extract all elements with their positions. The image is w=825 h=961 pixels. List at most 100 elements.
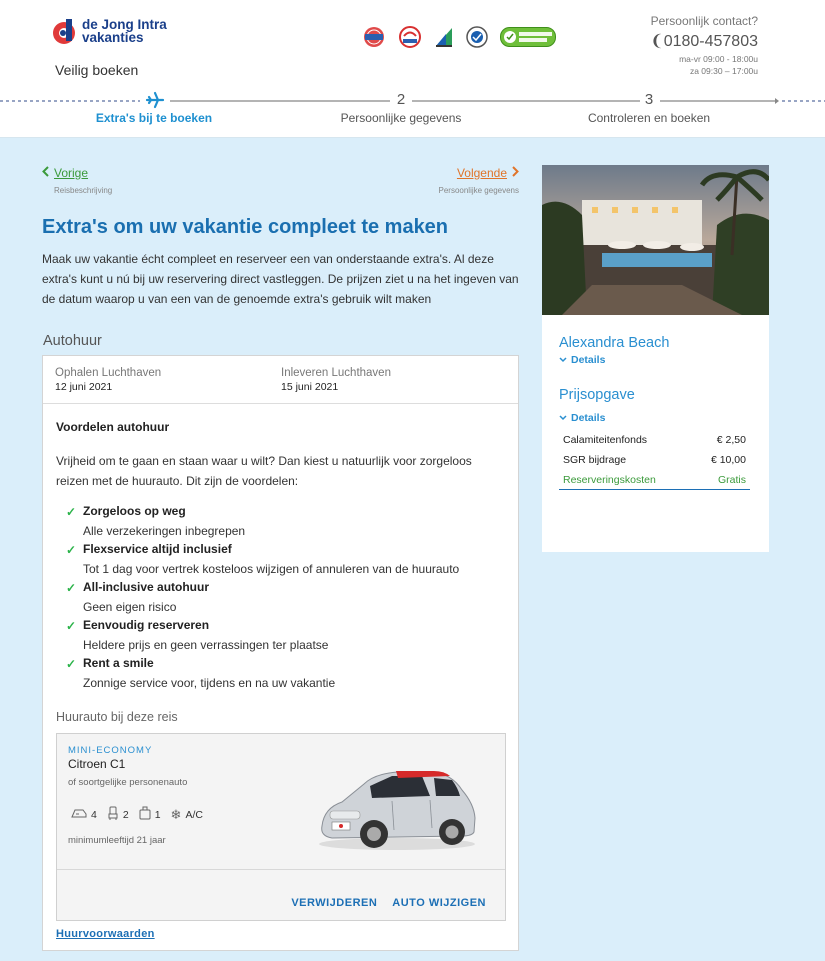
return-location: Inleveren Luchthaven 15 juni 2021 bbox=[281, 367, 391, 393]
page-title: Extra's om uw vakantie compleet te maken bbox=[42, 216, 449, 238]
return-label: Inleveren Luchthaven bbox=[281, 367, 391, 379]
step-2-label[interactable]: Persoonlijke gegevens bbox=[341, 111, 462, 125]
price-value: € 10,00 bbox=[710, 454, 746, 466]
seats-feature: 2 bbox=[107, 806, 129, 823]
sgr-badge-icon bbox=[398, 26, 422, 48]
prev-link[interactable]: Vorige bbox=[42, 166, 88, 180]
price-label: Reserveringskosten bbox=[563, 473, 656, 486]
section-title-autohuur: Autohuur bbox=[43, 333, 102, 349]
car-door-icon bbox=[71, 807, 87, 822]
logo[interactable]: de Jong Intra vakanties bbox=[52, 17, 167, 45]
price-details-toggle[interactable]: Details bbox=[559, 412, 605, 424]
benefit-title: All-inclusive autohuur bbox=[83, 580, 210, 594]
rental-terms-link[interactable]: Huurvoorwaarden bbox=[56, 928, 155, 940]
step-3-number: 3 bbox=[644, 91, 654, 108]
car-rental-box: Ophalen Luchthaven 12 juni 2021 Inlevere… bbox=[42, 355, 519, 951]
car-similar: of soortgelijke personenauto bbox=[68, 777, 188, 788]
check-icon: ✓ bbox=[66, 543, 77, 557]
price-row: Reserveringskosten Gratis bbox=[559, 470, 750, 490]
luggage-count: 1 bbox=[154, 808, 161, 821]
price-value: € 2,50 bbox=[716, 434, 746, 446]
min-age: minimumleeftijd 21 jaar bbox=[68, 835, 166, 846]
benefit-list: ✓ Zorgeloos op weg Alle verzekeringen in… bbox=[66, 504, 459, 694]
benefits-title: Voordelen autohuur bbox=[56, 420, 170, 434]
car-image bbox=[312, 756, 482, 856]
price-row: SGR bijdrage € 10,00 bbox=[559, 450, 750, 470]
prev-nav: Vorige Reisbeschrijving bbox=[42, 164, 112, 195]
prev-label: Vorige bbox=[54, 166, 89, 180]
anvr-badge-icon bbox=[362, 26, 386, 48]
hotel-name[interactable]: Alexandra Beach bbox=[559, 335, 669, 351]
car-features: 4 2 1 ❄ A/C bbox=[71, 806, 203, 823]
contact-label: Persoonlijk contact? bbox=[650, 14, 758, 28]
seat-icon bbox=[107, 806, 119, 823]
check-icon: ✓ bbox=[66, 619, 77, 633]
details-label: Details bbox=[571, 354, 606, 366]
benefit-desc: Alle verzekeringen inbegrepen bbox=[83, 524, 246, 538]
hotel-details-toggle[interactable]: Details bbox=[559, 354, 605, 366]
chevron-left-icon bbox=[42, 166, 49, 180]
ac-feature: ❄ A/C bbox=[171, 807, 203, 823]
phone-icon: ❨ bbox=[650, 33, 664, 50]
ac-label: A/C bbox=[185, 808, 203, 821]
benefit-item: ✓ Rent a smile Zonnige service voor, tij… bbox=[66, 656, 459, 694]
car-name: Citroen C1 bbox=[68, 757, 126, 771]
step-3-label[interactable]: Controleren en boeken bbox=[588, 111, 710, 125]
price-row: Calamiteitenfonds € 2,50 bbox=[559, 430, 750, 450]
hours-weekday: ma-vr 09:00 - 18:00u bbox=[679, 54, 758, 64]
phone-number: 0180-457803 bbox=[663, 33, 758, 50]
benefit-desc: Zonnige service voor, tijdens en na uw v… bbox=[83, 676, 336, 690]
benefit-title: Rent a smile bbox=[83, 656, 154, 670]
car-section-title: Huurauto bij deze reis bbox=[56, 710, 178, 724]
benefit-item: ✓ All-inclusive autohuur Geen eigen risi… bbox=[66, 580, 459, 618]
benefit-desc: Heldere prijs en geen verrassingen ter p… bbox=[83, 638, 329, 652]
hours-saturday: za 09:30 – 17:00u bbox=[689, 66, 758, 76]
price-label: SGR bijdrage bbox=[563, 454, 627, 466]
remove-car-button[interactable]: VERWIJDEREN bbox=[291, 897, 377, 909]
check-icon: ✓ bbox=[66, 505, 77, 519]
benefit-title: Flexservice altijd inclusief bbox=[83, 542, 232, 556]
intro-text: Maak uw vakantie écht compleet en reserv… bbox=[42, 252, 519, 306]
tagline: Veilig boeken bbox=[55, 62, 139, 78]
benefit-item: ✓ Eenvoudig reserveren Heldere prijs en … bbox=[66, 618, 459, 656]
chevron-down-icon bbox=[559, 354, 567, 366]
next-nav: Volgende Persoonlijke gegevens bbox=[439, 164, 520, 195]
calamiteitenfonds-badge-icon bbox=[434, 26, 454, 48]
change-car-button[interactable]: AUTO WIJZIGEN bbox=[392, 897, 486, 909]
next-label: Volgende bbox=[456, 166, 507, 180]
step-1-label[interactable]: Extra's bij te boeken bbox=[96, 111, 212, 125]
price-details-label: Details bbox=[571, 412, 606, 424]
car-actions: VERWIJDEREN AUTO WIJZIGEN bbox=[291, 897, 486, 909]
check-icon: ✓ bbox=[66, 581, 77, 595]
trust-badges bbox=[362, 26, 556, 48]
prev-sub: Reisbeschrijving bbox=[54, 186, 113, 195]
price-list: Calamiteitenfonds € 2,50 SGR bijdrage € … bbox=[559, 430, 750, 490]
car-category: MINI-ECONOMY bbox=[68, 745, 153, 756]
contact-block: Persoonlijk contact? ❨0180-457803 ma-vr … bbox=[650, 14, 758, 77]
check-icon: ✓ bbox=[66, 657, 77, 671]
sidebar: Alexandra Beach Details Prijsopgave Deta… bbox=[542, 165, 769, 552]
benefit-item: ✓ Flexservice altijd inclusief Tot 1 dag… bbox=[66, 542, 459, 580]
thuiswinkel-badge-icon bbox=[466, 26, 488, 48]
chevron-down-icon bbox=[559, 412, 567, 424]
pickup-date: 12 juni 2021 bbox=[55, 381, 113, 393]
location-row: Ophalen Luchthaven 12 juni 2021 Inlevere… bbox=[43, 356, 518, 404]
doors-feature: 4 bbox=[71, 807, 97, 822]
price-value: Gratis bbox=[717, 473, 746, 486]
benefit-item: ✓ Zorgeloos op weg Alle verzekeringen in… bbox=[66, 504, 459, 542]
return-date: 15 juni 2021 bbox=[281, 381, 339, 393]
pickup-location: Ophalen Luchthaven 12 juni 2021 bbox=[55, 367, 161, 393]
doors-count: 4 bbox=[91, 808, 97, 821]
stepper-line bbox=[0, 98, 825, 104]
chevron-right-icon bbox=[512, 166, 519, 180]
logo-mark-icon bbox=[52, 17, 76, 45]
benefit-title: Eenvoudig reserveren bbox=[83, 618, 210, 632]
booking-stepper: 2 3 Extra's bij te boeken Persoonlijke g… bbox=[0, 90, 825, 130]
benefits-intro: Vrijheid om te gaan en staan waar u wilt… bbox=[56, 454, 472, 488]
price-title: Prijsopgave bbox=[559, 387, 635, 403]
benefit-desc: Tot 1 dag voor vertrek kosteloos wijzige… bbox=[83, 562, 460, 576]
site-header: de Jong Intra vakanties Veilig boeken Pe… bbox=[0, 0, 825, 138]
next-link[interactable]: Volgende bbox=[457, 166, 519, 180]
pickup-label: Ophalen Luchthaven bbox=[55, 367, 162, 379]
contact-phone[interactable]: ❨0180-457803 bbox=[650, 31, 758, 51]
